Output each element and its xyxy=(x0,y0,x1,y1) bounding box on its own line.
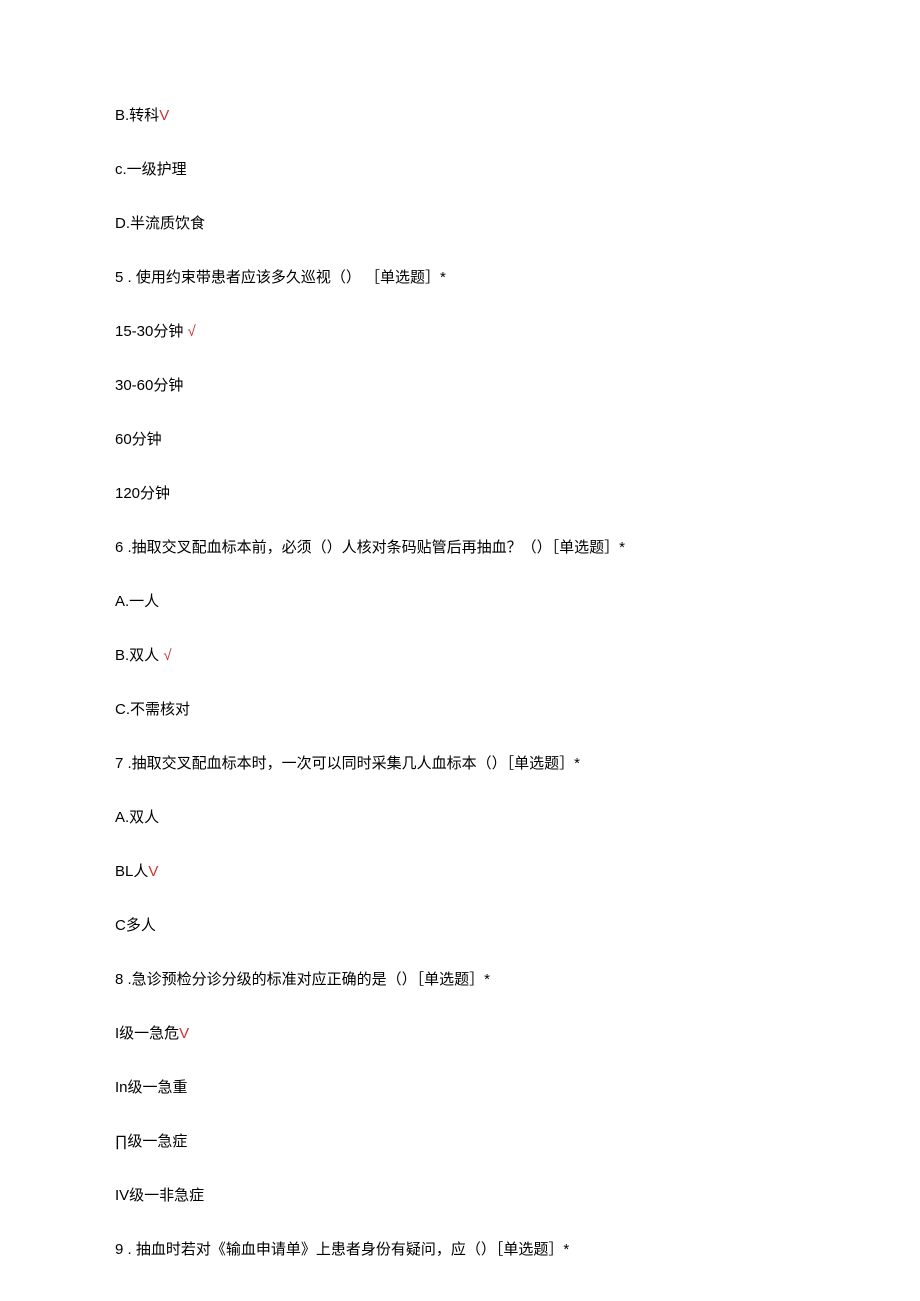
check-mark-icon: V xyxy=(148,863,158,880)
line-text: 5 . 使用约束带患者应该多久巡视（） ［单选题］* xyxy=(115,269,446,286)
line-text: 15-30分钟 xyxy=(115,323,188,340)
text-line: C.不需核对 xyxy=(115,699,805,720)
check-mark-icon: √ xyxy=(163,647,171,664)
text-line: 60分钟 xyxy=(115,429,805,450)
text-line: A.一人 xyxy=(115,591,805,612)
text-line: A.双人 xyxy=(115,807,805,828)
document-content: B.转科Vc.一级护理D.半流质饮食5 . 使用约束带患者应该多久巡视（） ［单… xyxy=(115,105,805,1260)
line-text: A.一人 xyxy=(115,593,159,610)
text-line: D.半流质饮食 xyxy=(115,213,805,234)
text-line: 5 . 使用约束带患者应该多久巡视（） ［单选题］* xyxy=(115,267,805,288)
line-text: IV级一非急症 xyxy=(115,1187,204,1204)
line-text: 9 . 抽血时若对《输血申请单》上患者身份有疑问，应（）［单选题］* xyxy=(115,1241,569,1258)
line-text: A.双人 xyxy=(115,809,159,826)
text-line: B.转科V xyxy=(115,105,805,126)
text-line: I级一急危V xyxy=(115,1023,805,1044)
line-text: BL人 xyxy=(115,863,148,880)
text-line: 15-30分钟 √ xyxy=(115,321,805,342)
text-line: IV级一非急症 xyxy=(115,1185,805,1206)
line-text: 120分钟 xyxy=(115,485,170,502)
check-mark-icon: V xyxy=(159,107,169,124)
text-line: c.一级护理 xyxy=(115,159,805,180)
line-text: In级一急重 xyxy=(115,1079,188,1096)
line-text: C多人 xyxy=(115,917,156,934)
text-line: B.双人 √ xyxy=(115,645,805,666)
text-line: C多人 xyxy=(115,915,805,936)
text-line: 7 .抽取交叉配血标本时，一次可以同时采集几人血标本（）［单选题］* xyxy=(115,753,805,774)
text-line: 9 . 抽血时若对《输血申请单》上患者身份有疑问，应（）［单选题］* xyxy=(115,1239,805,1260)
line-text: I级一急危 xyxy=(115,1025,179,1042)
line-text: B.双人 xyxy=(115,647,163,664)
check-mark-icon: V xyxy=(179,1025,189,1042)
line-text: 8 .急诊预检分诊分级的标准对应正确的是（）［单选题］* xyxy=(115,971,490,988)
line-text: ∏级一急症 xyxy=(115,1133,187,1150)
text-line: BL人V xyxy=(115,861,805,882)
line-text: D.半流质饮食 xyxy=(115,215,205,232)
text-line: 8 .急诊预检分诊分级的标准对应正确的是（）［单选题］* xyxy=(115,969,805,990)
text-line: 6 .抽取交叉配血标本前，必须（）人核对条码贴管后再抽血？（）［单选题］* xyxy=(115,537,805,558)
line-text: C.不需核对 xyxy=(115,701,190,718)
check-mark-icon: √ xyxy=(188,323,196,340)
line-text: 30-60分钟 xyxy=(115,377,183,394)
text-line: In级一急重 xyxy=(115,1077,805,1098)
line-text: c.一级护理 xyxy=(115,161,187,178)
text-line: 120分钟 xyxy=(115,483,805,504)
text-line: ∏级一急症 xyxy=(115,1131,805,1152)
line-text: 7 .抽取交叉配血标本时，一次可以同时采集几人血标本（）［单选题］* xyxy=(115,755,580,772)
line-text: 6 .抽取交叉配血标本前，必须（）人核对条码贴管后再抽血？（）［单选题］* xyxy=(115,539,625,556)
text-line: 30-60分钟 xyxy=(115,375,805,396)
line-text: B.转科 xyxy=(115,107,159,124)
line-text: 60分钟 xyxy=(115,431,162,448)
